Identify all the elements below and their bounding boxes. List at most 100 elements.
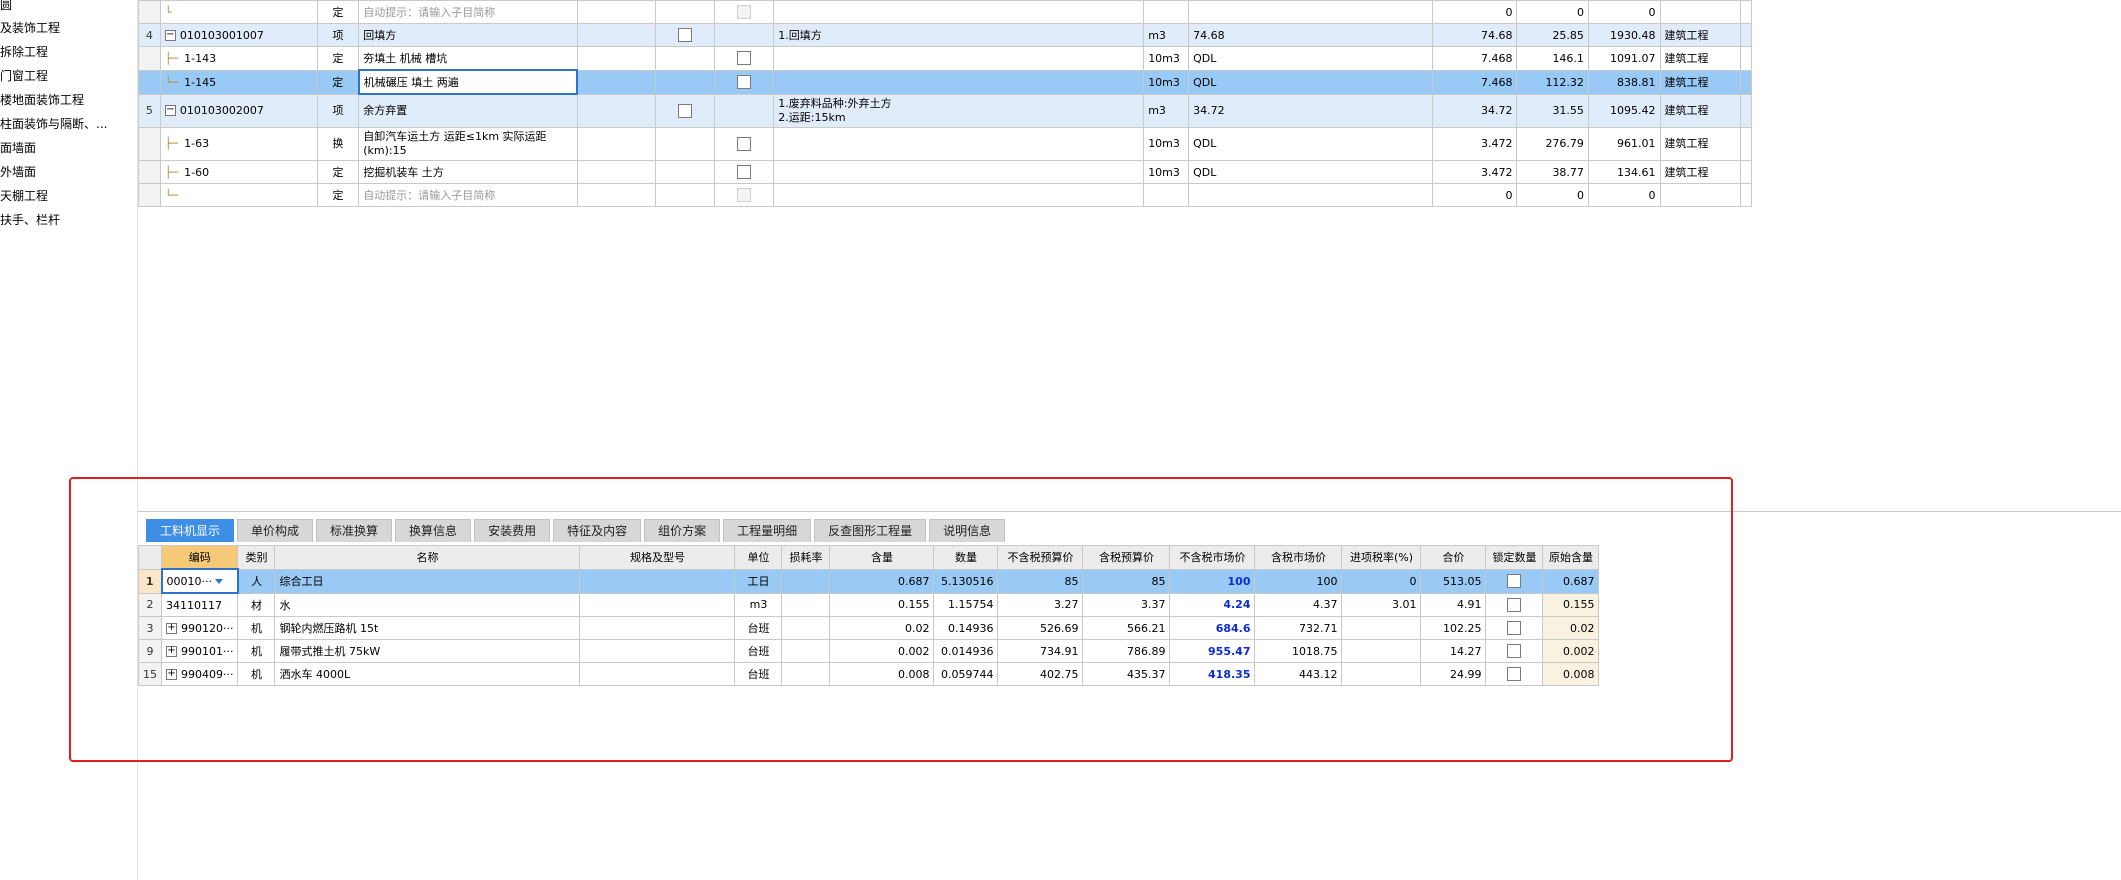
expr-cell[interactable]: QDL — [1188, 160, 1433, 184]
checkbox[interactable] — [678, 103, 693, 118]
code-cell[interactable]: −010103002007 — [159, 93, 318, 128]
category-cell[interactable]: 材 — [237, 592, 276, 617]
quantity-cell[interactable]: 1.15754 — [933, 592, 999, 617]
category-cell[interactable]: 机 — [237, 616, 276, 640]
checkbox[interactable] — [737, 165, 752, 179]
col-header-spec[interactable]: 规格及型号 — [579, 545, 736, 570]
loss-cell[interactable] — [781, 639, 831, 663]
table-row[interactable]: └─ 定 自动提示：请输入子目简称 0 0 0 — [138, 183, 1753, 207]
feature-cell[interactable] — [773, 160, 1145, 184]
category-cell[interactable]: 定 — [316, 0, 360, 24]
lock-checkbox[interactable] — [1507, 667, 1522, 681]
name-cell[interactable]: 自动提示：请输入子目简称 — [358, 0, 578, 24]
table-row[interactable]: 3 +990120··· 机 钢轮内燃压路机 15t 台班 0.02 0.149… — [138, 616, 1600, 640]
table-row[interactable]: 4 −010103001007 项 回填方 1.回填方 m3 74.68 74.… — [138, 23, 1753, 47]
name-cell[interactable]: 挖掘机装车 土方 — [358, 160, 578, 184]
tax-rate-cell[interactable] — [1341, 639, 1422, 663]
category-cell[interactable]: 定 — [316, 69, 360, 95]
expr-cell[interactable] — [1188, 183, 1433, 207]
tree-item[interactable]: 柱面装饰与隔断、... — [0, 113, 107, 135]
name-cell[interactable]: 回填方 — [358, 23, 578, 47]
category-cell[interactable]: 定 — [316, 183, 360, 207]
col-header-input-tax-rate[interactable]: 进项税率(%) — [1341, 545, 1422, 570]
checkbox[interactable] — [678, 28, 693, 42]
tax-rate-cell[interactable] — [1341, 616, 1422, 640]
major-cell[interactable]: 建筑工程 — [1659, 93, 1741, 128]
unit-cell[interactable]: 台班 — [734, 662, 783, 686]
feature-cell[interactable] — [773, 183, 1145, 207]
market-price-tax-cell[interactable]: 100 — [1254, 568, 1343, 594]
name-cell[interactable]: 夯填土 机械 槽坑 — [358, 46, 578, 71]
tree-item[interactable]: 扶手、栏杆 — [0, 209, 60, 231]
code-cell-editing[interactable]: 00010··· — [160, 568, 239, 594]
market-price-tax-cell[interactable]: 4.37 — [1254, 592, 1343, 617]
tree-item[interactable]: 天棚工程 — [0, 185, 48, 207]
code-cell[interactable]: +990409··· — [160, 662, 239, 686]
unit-cell[interactable]: 10m3 — [1143, 160, 1190, 184]
qty-cell[interactable]: 74.68 — [1431, 23, 1518, 47]
table-row[interactable]: 5 −010103002007 项 余方弃置 1.废弃料品种:外弃土方 2.运距… — [138, 93, 1753, 128]
unit-cell[interactable]: 10m3 — [1143, 69, 1190, 95]
expr-cell[interactable]: QDL — [1188, 46, 1433, 71]
col-header-budget-price-incl-tax[interactable]: 含税预算价 — [1082, 545, 1171, 570]
expr-cell[interactable]: QDL — [1188, 69, 1433, 95]
name-cell[interactable]: 自卸汽车运土方 运距≤1km 实际运距(km):15 — [358, 127, 578, 161]
checkbox[interactable] — [737, 75, 752, 89]
name-cell[interactable]: 水 — [274, 592, 581, 617]
qty-cell[interactable]: 7.468 — [1431, 69, 1518, 95]
category-cell[interactable]: 人 — [237, 568, 276, 594]
table-row[interactable]: 9 +990101··· 机 履带式推土机 75kW 台班 0.002 0.01… — [138, 639, 1600, 663]
market-price-cell[interactable]: 418.35 — [1169, 662, 1256, 686]
category-cell[interactable]: 项 — [316, 93, 360, 128]
qty-cell[interactable]: 3.472 — [1431, 160, 1518, 184]
unit-cell[interactable]: 10m3 — [1143, 127, 1190, 161]
collapse-icon[interactable]: − — [164, 105, 176, 117]
col-header-lock-quantity[interactable]: 锁定数量 — [1485, 545, 1544, 570]
expand-icon[interactable]: + — [166, 646, 177, 657]
market-price-cell[interactable]: 684.6 — [1169, 616, 1256, 640]
quantity-cell[interactable]: 0.014936 — [933, 639, 999, 663]
table-row[interactable]: ├─ 1-60 定 挖掘机装车 土方 10m3 QDL 3.472 38.77 1… — [138, 160, 1753, 184]
col-header-content[interactable]: 含量 — [829, 545, 935, 570]
code-cell[interactable]: −010103001007 — [159, 23, 318, 47]
table-row[interactable]: ├─ 1-143 定 夯填土 机械 槽坑 10m3 QDL 7.468 146.1… — [138, 46, 1753, 71]
unit-cell[interactable] — [1143, 183, 1190, 207]
feature-cell[interactable]: 1.废弃料品种:外弃土方 2.运距:15km — [773, 93, 1145, 128]
quantity-cell[interactable]: 0.059744 — [933, 662, 999, 686]
category-cell[interactable]: 机 — [237, 662, 276, 686]
tab-installation-fee[interactable]: 安装费用 — [474, 519, 551, 542]
qty-cell[interactable]: 0 — [1431, 0, 1518, 24]
code-cell[interactable]: └ — [159, 0, 318, 24]
table-row[interactable]: 2 34110117 材 水 m3 0.155 1.15754 3.27 3.3… — [138, 592, 1600, 617]
spec-cell[interactable] — [579, 592, 736, 617]
col-header-original-content[interactable]: 原始含量 — [1542, 545, 1600, 570]
category-cell[interactable]: 定 — [316, 160, 360, 184]
tab-description-info[interactable]: 说明信息 — [929, 519, 1006, 542]
name-cell[interactable]: 自动提示：请输入子目简称 — [358, 183, 578, 207]
feature-cell[interactable] — [773, 0, 1145, 24]
unit-cell[interactable]: m3 — [1143, 93, 1190, 128]
expr-cell[interactable]: 34.72 — [1188, 93, 1433, 128]
feature-cell[interactable]: 1.回填方 — [773, 23, 1145, 47]
expand-icon[interactable]: + — [166, 623, 177, 634]
feature-cell[interactable] — [773, 127, 1145, 161]
code-cell[interactable]: +990120··· — [160, 616, 239, 640]
tree-item[interactable]: 拆除工程 — [0, 41, 48, 63]
tab-pricing-scheme[interactable]: 组价方案 — [644, 519, 721, 542]
tree-item[interactable]: 圆 — [0, 0, 12, 16]
market-price-cell[interactable]: 100 — [1169, 568, 1256, 594]
table-row-selected[interactable]: 1 00010··· 人 综合工日 工日 0.687 5.130516 85 8… — [138, 568, 1600, 594]
qty-cell[interactable]: 0 — [1431, 183, 1518, 207]
lock-checkbox[interactable] — [1507, 644, 1522, 658]
content-cell[interactable]: 0.155 — [829, 592, 935, 617]
table-row[interactable]: └ 定 自动提示：请输入子目简称 0 0 0 — [138, 0, 1753, 24]
checkbox[interactable] — [737, 137, 752, 151]
code-cell[interactable]: └─ — [159, 183, 318, 207]
content-cell[interactable]: 0.02 — [829, 616, 935, 640]
col-header-market-price-incl-tax[interactable]: 含税市场价 — [1254, 545, 1343, 570]
tree-item[interactable]: 及装饰工程 — [0, 17, 60, 39]
major-cell[interactable]: 建筑工程 — [1659, 23, 1741, 47]
name-cell-editing[interactable]: 机械碾压 填土 两遍 — [357, 69, 579, 95]
content-cell[interactable]: 0.002 — [829, 639, 935, 663]
collapse-icon[interactable]: − — [164, 30, 176, 41]
